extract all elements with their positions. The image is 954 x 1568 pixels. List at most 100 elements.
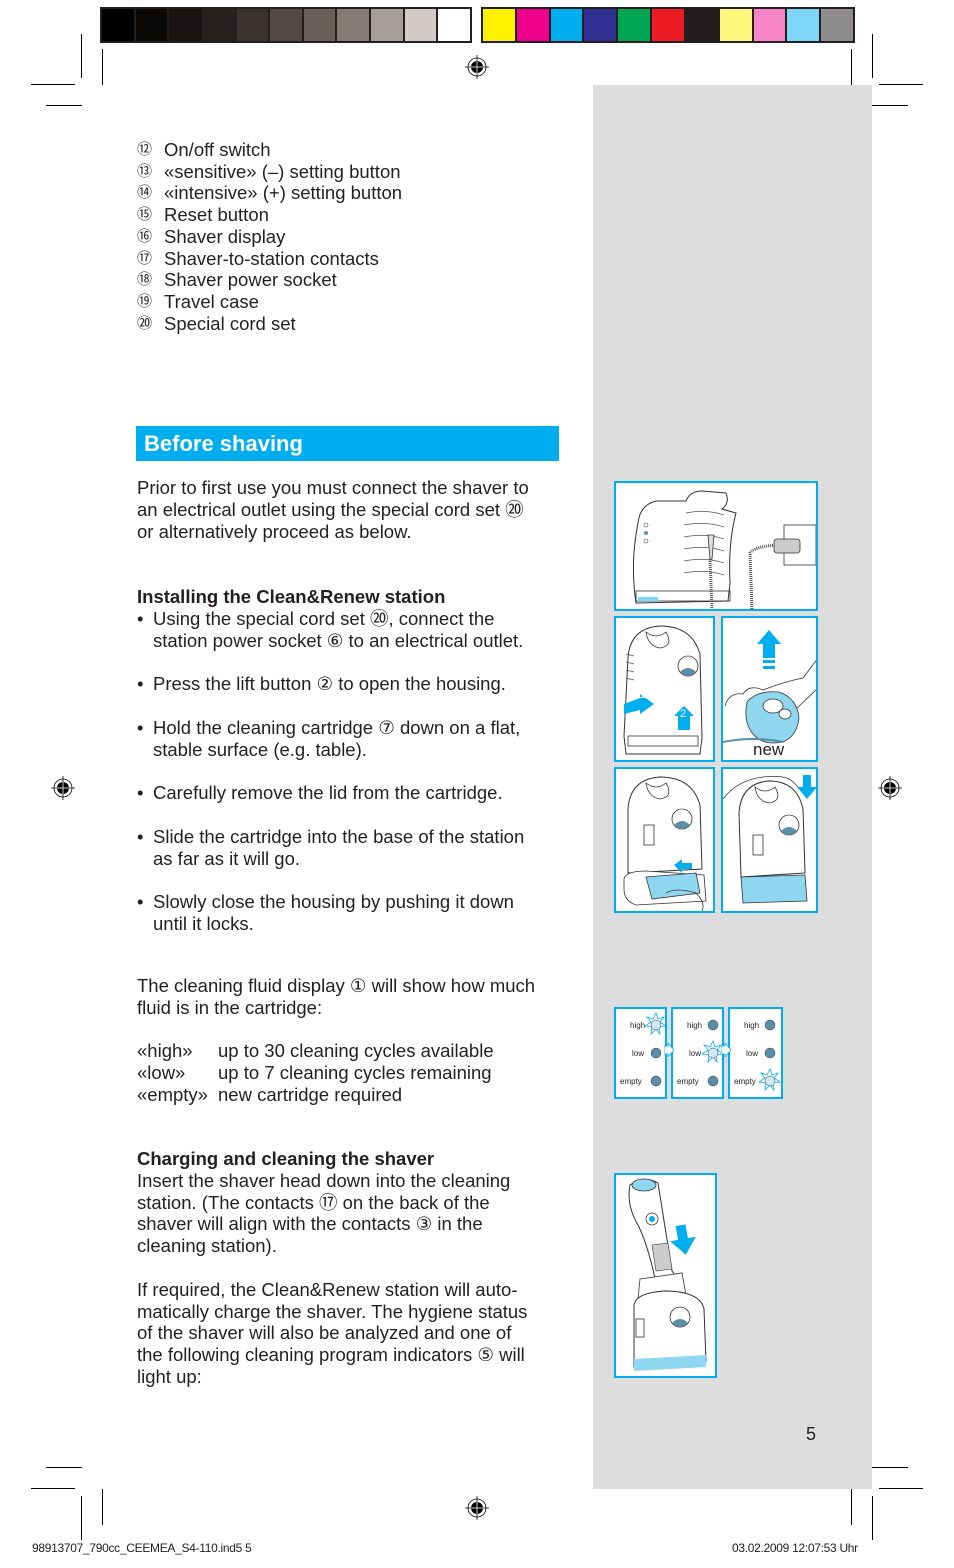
legend-label: Reset button [164, 204, 269, 226]
gray-scale-color-bar [100, 7, 472, 43]
gray-swatch [236, 9, 269, 41]
text-line: station power socket ⑥ to an electrical … [153, 629, 524, 651]
legend-label: On/off switch [164, 139, 271, 160]
next-arrow-icon [721, 1043, 731, 1057]
crop-mark [102, 49, 103, 85]
indicator-leds [757, 1019, 781, 1092]
gray-swatch [337, 9, 370, 41]
legend-item: ⑮ Reset button [137, 204, 402, 226]
crop-mark [31, 1488, 75, 1489]
text-line: The cleaning fluid display ① will show h… [137, 975, 536, 996]
crop-mark [46, 1467, 82, 1468]
indicator-leds [700, 1019, 722, 1087]
close-housing-illustration [723, 775, 816, 904]
gray-swatch [371, 9, 403, 41]
text-line: shaver will align with the contacts ③ in… [137, 1213, 483, 1235]
subsection-heading: Installing the Clean&Renew station [137, 586, 446, 607]
text-line: Using the special cord set ⑳, connect th… [153, 607, 495, 629]
shaver-insert-illustration [628, 1178, 707, 1371]
legend-number: ⑮ [137, 206, 153, 224]
text-line: cleaning station). [137, 1235, 277, 1257]
text-line: Slide the cartridge into the base of the… [153, 825, 525, 847]
gray-swatch [135, 9, 168, 41]
figure-insert-shaver [614, 1173, 717, 1378]
legend-number: ⑯ [137, 227, 153, 245]
legend-item: ⑬ «sensitive» (–) setting button [137, 161, 402, 183]
indicator-leds [643, 1011, 665, 1087]
text-line: Slowly close the housing by pushing it d… [153, 891, 514, 913]
process-color-swatch [550, 9, 583, 41]
text-line: stable surface (e.g. table). [153, 738, 367, 760]
legend-item: ⑭ «intensive» (+) setting button [137, 182, 402, 204]
crop-mark [879, 84, 923, 85]
text-line: Hold the cleaning cartridge ⑦ down on a … [153, 716, 521, 738]
legend-item: ⑲ Travel case [137, 291, 402, 313]
crop-mark [31, 84, 75, 85]
process-color-swatch [753, 9, 786, 41]
fluid-indicator-panel-empty: high low empty [728, 1007, 783, 1099]
legend-number: ⑰ [137, 249, 153, 267]
legend-item: ⑰ Shaver-to-station contacts [137, 248, 402, 270]
process-color-bar [481, 7, 855, 43]
legend-item: ⑫ On/off switch [137, 139, 402, 161]
gray-swatch [270, 9, 302, 41]
text-line: station. (The contacts ⑰ on the back of … [137, 1191, 490, 1213]
process-color-swatch [821, 9, 853, 41]
process-color-swatch [618, 9, 651, 41]
charging-section: Charging and cleaning the shaver Insert … [137, 1148, 527, 1388]
next-arrow-icon [664, 1043, 674, 1057]
station-with-cord-illustration [632, 490, 816, 609]
led-off-icon [707, 1019, 719, 1031]
gray-swatch [438, 9, 471, 41]
process-color-swatch [483, 9, 515, 41]
text-line: Press the lift button ② to open the hous… [153, 673, 506, 695]
text-line: matically charge the shaver. The hygiene… [137, 1300, 528, 1322]
legend-item: ⑳ Special cord set [137, 313, 402, 335]
text-line: until it locks. [153, 912, 254, 934]
figure-station-power-cord [614, 481, 818, 611]
level-description: up to 30 cleaning cycles available [218, 1040, 494, 1062]
slug-timestamp: 03.02.2009 12:07:53 Uhr [732, 1541, 858, 1555]
step-number-2: 2 [680, 708, 687, 720]
gray-swatch [102, 9, 134, 41]
led-off-icon [707, 1075, 719, 1087]
text-line: of the shaver will also be analyzed and … [137, 1322, 512, 1344]
subsection-heading: Charging and cleaning the shaver [137, 1148, 435, 1169]
instruction-bullet: Press the lift button ② to open the hous… [137, 673, 524, 695]
crop-mark [872, 105, 908, 106]
text-line: as far as it will go. [153, 847, 301, 869]
legend-label: «intensive» (+) setting button [164, 182, 403, 204]
instruction-bullet: Slide the cartridge into the base of the… [137, 826, 524, 870]
process-color-swatch [584, 9, 617, 41]
gray-swatch [303, 9, 336, 41]
text-line: Prior to first use you must connect the … [137, 477, 529, 498]
gray-swatch [404, 9, 437, 41]
instruction-bullet: Using the special cord set ⑳, connect th… [137, 608, 524, 652]
crop-mark [872, 1496, 873, 1540]
crop-mark [851, 49, 852, 85]
level-description: new cartridge required [218, 1083, 403, 1105]
new-cartridge-label: new [753, 740, 785, 759]
instruction-bullet: Carefully remove the lid from the cartri… [137, 782, 524, 804]
legend-number: ⑱ [137, 271, 153, 289]
slide-cartridge-illustration [623, 776, 707, 911]
text-line: Carefully remove the lid from the cartri… [153, 782, 503, 804]
led-off-icon [650, 1075, 662, 1087]
text-line: If required, the Clean&Renew station wil… [137, 1278, 518, 1300]
section-header: Before shaving [136, 426, 559, 461]
instruction-bullet: Hold the cleaning cartridge ⑦ down on a … [137, 717, 524, 761]
process-color-swatch [652, 9, 684, 41]
intro-paragraph: Prior to first use you must connect the … [137, 477, 529, 542]
legend-label: «sensitive» (–) setting button [164, 160, 401, 182]
text-line: fluid is in the cartridge: [137, 996, 323, 1018]
figure-slide-cartridge [614, 767, 715, 913]
text-line: light up: [137, 1365, 202, 1387]
page-number: 5 [806, 1424, 817, 1444]
legend-number: ⑳ [137, 314, 153, 332]
gray-swatch [169, 9, 201, 41]
fluid-indicator-panel-low: high low empty [671, 1007, 724, 1099]
text-line: Insert the shaver head down into the cle… [137, 1169, 511, 1191]
process-color-swatch [685, 9, 718, 41]
led-lit-icon [650, 1019, 662, 1031]
station-open-housing-illustration [623, 625, 703, 755]
